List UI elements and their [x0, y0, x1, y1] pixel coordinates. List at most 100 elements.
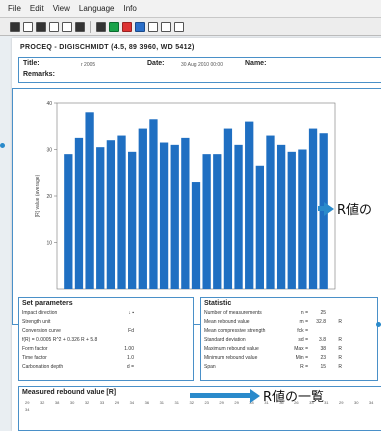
- chart-bar: [255, 165, 264, 289]
- menu-view[interactable]: View: [53, 4, 70, 13]
- save-icon[interactable]: [36, 21, 46, 32]
- stat-row: Span R = 15 R: [204, 364, 342, 370]
- title-value: r 2005: [81, 62, 96, 68]
- toolbar: [0, 18, 381, 36]
- stat-row: Mean compressive strength fck =: [204, 328, 342, 334]
- title-label: Title:: [23, 60, 40, 67]
- stat-value: 38: [320, 346, 326, 352]
- stat-value: 15: [320, 364, 326, 370]
- measured-value: 29: [114, 400, 120, 405]
- chart-bar: [159, 142, 169, 289]
- stat-symbol: n =: [300, 310, 308, 316]
- stat-unit: R: [338, 319, 342, 325]
- param-row: Strength unit: [22, 319, 134, 325]
- chart-bar: [138, 128, 147, 289]
- callout-arrow-icon: [324, 201, 334, 216]
- chart-bar: [128, 151, 137, 289]
- param-row: Impact direction ↓ ▪: [22, 310, 134, 316]
- chart-bar: [266, 135, 275, 289]
- param-value: d =: [126, 364, 134, 370]
- stat-row: Mean rebound value m = 32.8 R: [204, 319, 342, 325]
- chart-bar: [202, 154, 211, 289]
- chart-bar: [213, 154, 222, 289]
- measured-value: 32: [39, 400, 45, 405]
- stat-symbol: R =: [300, 364, 308, 370]
- param-value: 1.0: [127, 355, 134, 361]
- stat-unit: R: [338, 337, 342, 343]
- report-header-box: Title: r 2005 Date: 30 Aug 2010 00:00 Na…: [18, 57, 381, 83]
- measured-value: 32: [84, 400, 90, 405]
- stat-label: Standard deviation: [204, 337, 246, 343]
- measured-value: 38: [54, 400, 60, 405]
- chart-bar: [85, 112, 94, 289]
- stat-label: Mean rebound value: [204, 319, 250, 325]
- measured-value: 29: [25, 400, 30, 405]
- stat-value: 32.8: [316, 319, 326, 325]
- chart-bar: [74, 137, 84, 289]
- chart-bar: [64, 154, 73, 289]
- param-row: f(R) = 0.0005 R^2 + 0.326 R + 5.8: [22, 337, 162, 343]
- param-label: Form factor: [22, 346, 48, 352]
- chart-bar: [149, 119, 158, 290]
- connect-icon[interactable]: [96, 21, 106, 32]
- stat-unit: R: [338, 346, 342, 352]
- stat-row: Standard deviation sd = 3.8 R: [204, 337, 342, 343]
- stat-row: Maximum rebound value Max = 38 R: [204, 346, 342, 352]
- measured-value: 34: [129, 400, 135, 405]
- menu-file[interactable]: File: [8, 4, 21, 13]
- menu-language[interactable]: Language: [79, 4, 115, 13]
- callout-arrow-shaft: [190, 393, 250, 398]
- print-icon[interactable]: [49, 21, 59, 32]
- window-icon[interactable]: [161, 21, 171, 32]
- stat-value: 3.8: [319, 337, 326, 343]
- param-label: Impact direction: [22, 310, 58, 316]
- measured-values-title: Measured rebound value [R]: [22, 389, 117, 396]
- param-row: Conversion curve Fd: [22, 328, 134, 334]
- right-edge-marker: [376, 322, 381, 327]
- set-parameters-panel: Set parameters Impact direction ↓ ▪ Stren…: [18, 297, 194, 381]
- date-label: Date:: [147, 60, 165, 67]
- settings-icon[interactable]: [135, 21, 145, 32]
- measured-value: 31: [159, 400, 165, 405]
- preview-icon[interactable]: [62, 21, 72, 32]
- stat-symbol: Max =: [294, 346, 308, 352]
- stat-symbol: fck =: [297, 328, 308, 334]
- chart-bar: [223, 128, 233, 289]
- grid-icon[interactable]: [75, 21, 85, 32]
- stat-label: Maximum rebound value: [204, 346, 259, 352]
- delete-icon[interactable]: [122, 21, 132, 32]
- chart-bar: [181, 137, 190, 289]
- new-icon[interactable]: [10, 21, 20, 32]
- measured-value: 36: [144, 400, 150, 405]
- report-document: PROCEQ - DIGISCHMIDT (4.5, 89 3960, WD 5…: [12, 38, 381, 431]
- statistic-panel: Statistic Number of measurements n = 25 Me…: [200, 297, 378, 381]
- callout-arrow-icon: [250, 388, 260, 403]
- help-icon[interactable]: [174, 21, 184, 32]
- date-value: 30 Aug 2010 00:00: [181, 62, 223, 68]
- measured-value: 30: [69, 400, 75, 405]
- chart-bar: [96, 147, 105, 289]
- measured-value: 31: [174, 400, 179, 405]
- stat-symbol: m =: [299, 319, 308, 325]
- stat-label: Span: [204, 364, 216, 370]
- measured-value: 33: [99, 400, 105, 405]
- menu-edit[interactable]: Edit: [30, 4, 44, 13]
- chart-bar: [106, 140, 116, 289]
- stat-symbol: Min =: [295, 355, 308, 361]
- stat-label: Mean compressive strength: [204, 328, 266, 334]
- param-label: Conversion curve: [22, 328, 61, 334]
- param-value: Fd: [128, 328, 134, 334]
- name-label: Name:: [245, 60, 267, 67]
- toolbar-separator: [90, 20, 91, 33]
- stat-label: Minimum rebound value: [204, 355, 258, 361]
- param-value: 1.00: [124, 346, 134, 352]
- menu-info[interactable]: Info: [123, 4, 136, 13]
- download-icon[interactable]: [109, 21, 119, 32]
- chart-bar: [276, 144, 286, 289]
- open-icon[interactable]: [23, 21, 33, 32]
- statistic-title: Statistic: [204, 300, 232, 307]
- export-icon[interactable]: [148, 21, 158, 32]
- measured-value: 29: [339, 400, 344, 405]
- chart-bar: [191, 182, 201, 289]
- param-value: ↓ ▪: [128, 310, 134, 316]
